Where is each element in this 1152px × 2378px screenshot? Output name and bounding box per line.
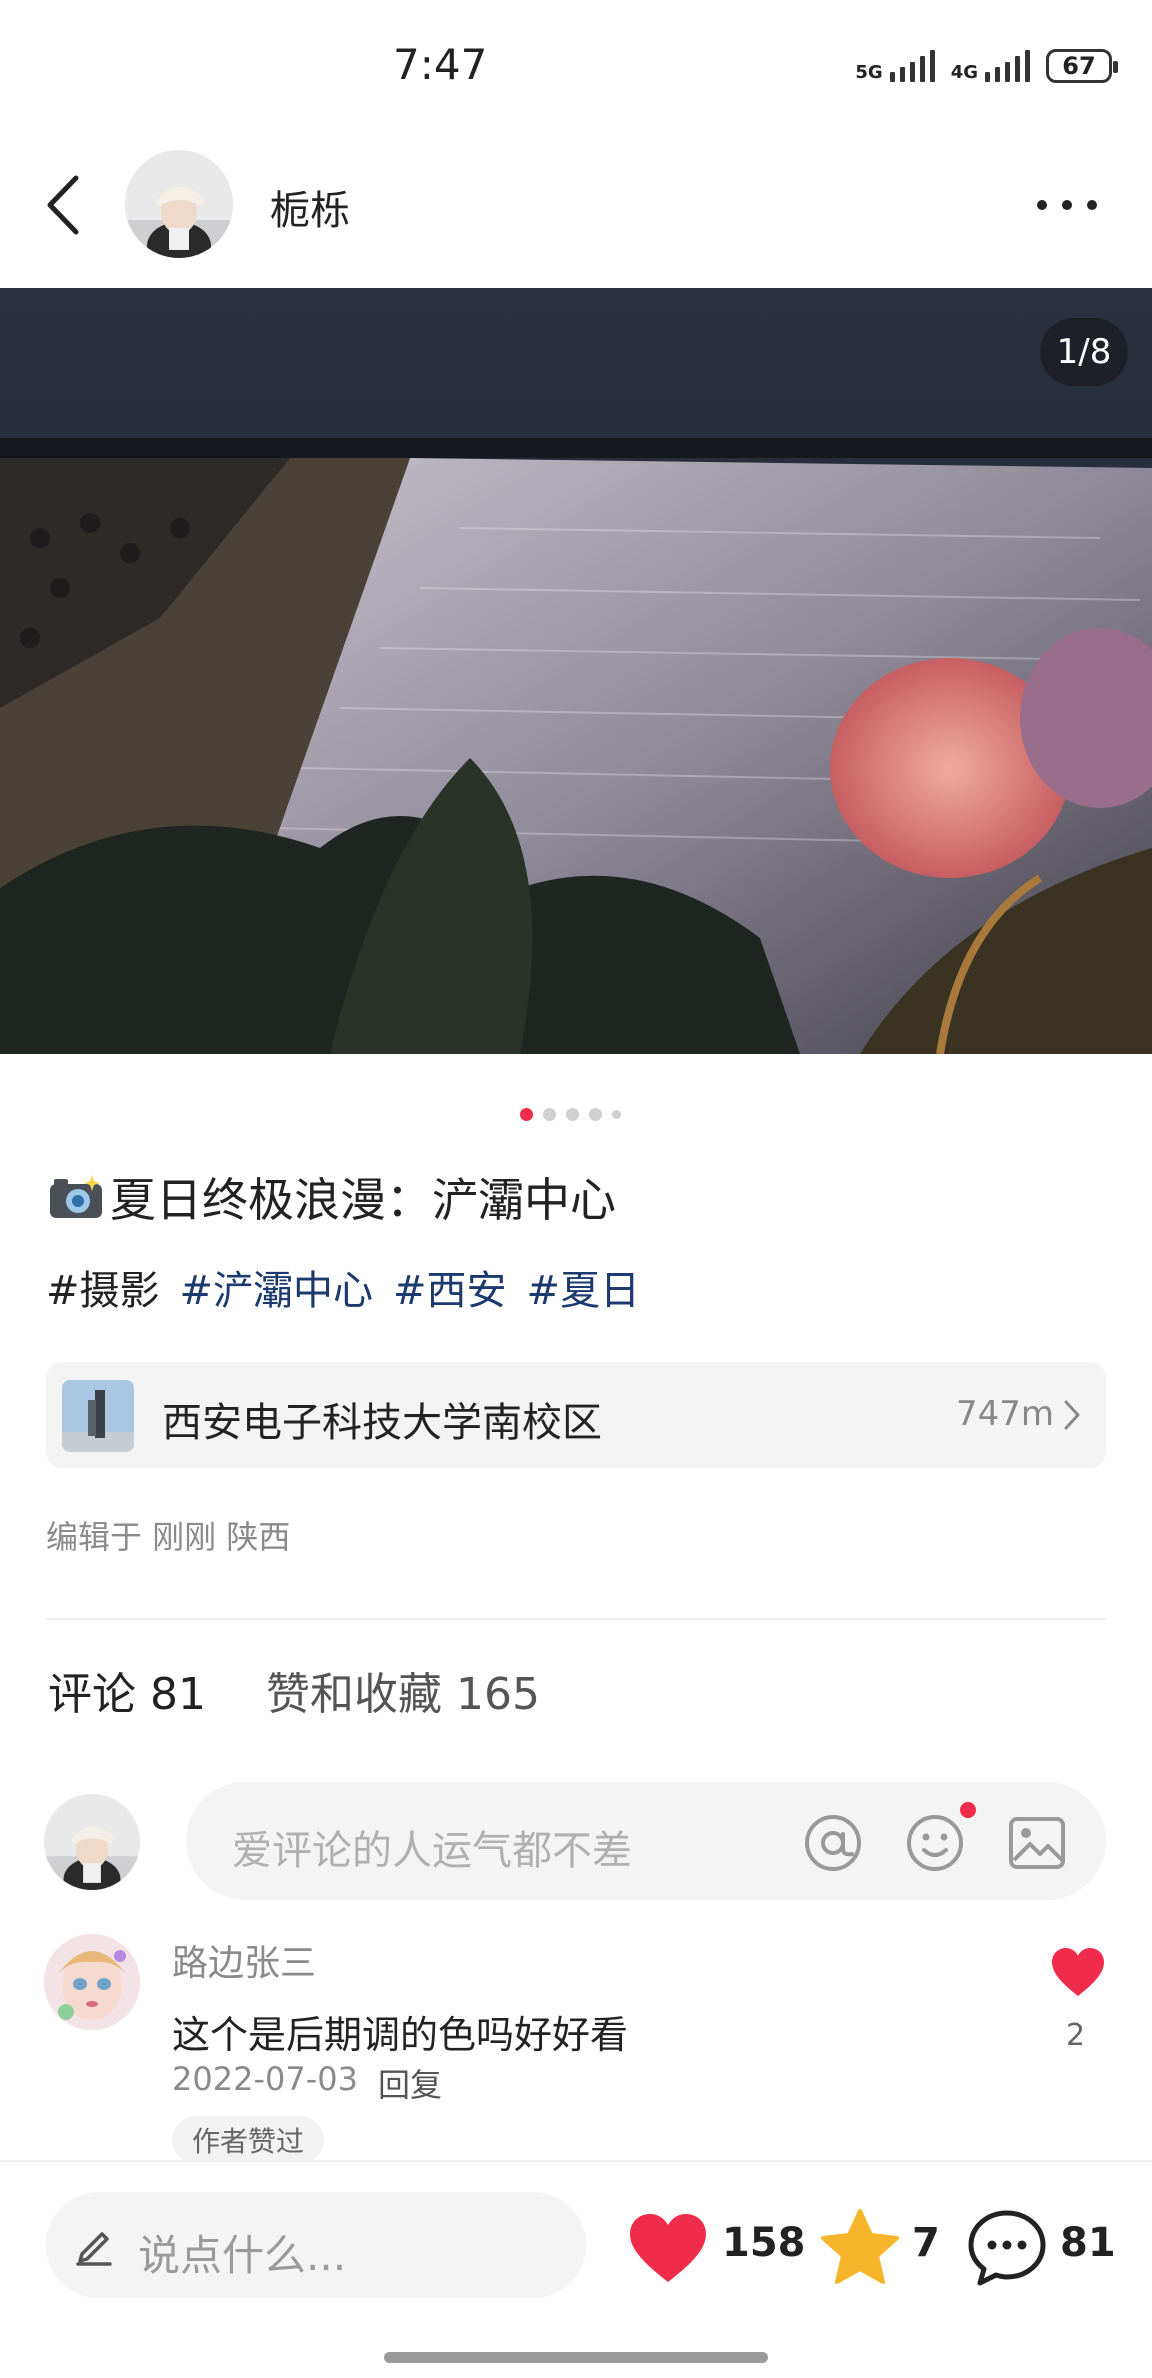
commenter-name[interactable]: 路边张三 — [172, 1934, 316, 1986]
signal-4g-icon: 4G — [951, 50, 1030, 82]
network-4g-label: 4G — [950, 62, 978, 83]
back-icon[interactable] — [42, 170, 92, 240]
post-image[interactable] — [0, 288, 1152, 1054]
location-card[interactable]: 西安电子科技大学南校区 747m — [46, 1362, 1106, 1468]
camera-icon — [50, 1175, 102, 1218]
tag-photography[interactable]: #摄影 — [46, 1258, 160, 1316]
more-icon[interactable] — [1032, 185, 1102, 225]
status-icons: 5G 4G 67 — [855, 44, 1118, 88]
carousel-dot — [566, 1108, 579, 1121]
post-title-text: 夏日终极浪漫：浐灞中心 — [110, 1173, 616, 1227]
comment-input-placeholder: 爱评论的人运气都不差 — [232, 1828, 632, 1874]
status-time: 7:47 — [393, 40, 488, 89]
chat-icon[interactable] — [966, 2208, 1048, 2288]
say-something-placeholder: 说点什么... — [138, 2231, 347, 2280]
chevron-right-icon — [1064, 1400, 1080, 1430]
battery-level: 67 — [1062, 52, 1096, 80]
author-name[interactable]: 栀栎 — [270, 178, 350, 236]
star-icon[interactable] — [820, 2208, 900, 2286]
like-count: 158 — [722, 2220, 806, 2266]
emoji-icon[interactable] — [904, 1812, 966, 1874]
carousel-dot-active — [520, 1108, 533, 1121]
tag-xian[interactable]: #西安 — [393, 1258, 507, 1316]
signal-5g-icon: 5G — [855, 50, 935, 83]
edited-info: 编辑于 刚刚 陕西 — [46, 1518, 291, 1556]
image-icon[interactable] — [1006, 1812, 1068, 1874]
carousel-dot — [589, 1108, 602, 1121]
comment-text: 这个是后期调的色吗好好看 — [172, 2013, 629, 2057]
tab-likes-collects[interactable]: 赞和收藏 165 — [266, 1658, 540, 1722]
location-distance: 747m — [955, 1394, 1054, 1434]
comment-input[interactable]: 爱评论的人运气都不差 — [186, 1782, 1106, 1900]
author-liked-badge: 作者赞过 — [172, 2116, 325, 2164]
tag-list: #摄影 #浐灞中心 #西安 #夏日 — [46, 1258, 640, 1316]
comment-like-count: 2 — [1066, 2018, 1086, 2053]
tag-chanba-center[interactable]: #浐灞中心 — [180, 1258, 374, 1316]
post-title: 夏日终极浪漫：浐灞中心 — [46, 1164, 616, 1230]
pencil-icon — [76, 2232, 112, 2266]
comment-date: 2022-07-03 — [172, 2060, 358, 2098]
carousel-dots — [520, 1108, 621, 1121]
say-something-input[interactable]: 说点什么... — [46, 2192, 586, 2298]
reply-button[interactable]: 回复 — [378, 2060, 442, 2106]
comment-count: 81 — [1060, 2220, 1116, 2266]
heart-icon[interactable] — [628, 2212, 708, 2284]
collect-count: 7 — [912, 2220, 940, 2266]
battery-icon: 67 — [1046, 49, 1118, 83]
network-5g-label: 5G — [855, 62, 883, 83]
comment-heart-icon[interactable] — [1050, 1946, 1106, 1998]
tag-summer[interactable]: #夏日 — [527, 1258, 641, 1316]
location-thumbnail — [62, 1380, 134, 1452]
divider — [46, 1618, 1106, 1620]
location-name: 西安电子科技大学南校区 — [162, 1400, 602, 1446]
author-avatar[interactable] — [125, 150, 233, 258]
tab-comments[interactable]: 评论 81 — [48, 1658, 206, 1722]
commenter-avatar[interactable] — [44, 1934, 140, 2030]
at-icon[interactable] — [802, 1812, 864, 1874]
carousel-dot — [612, 1110, 621, 1119]
bottom-action-bar: 说点什么... 158 7 81 — [0, 2160, 1152, 2378]
home-indicator[interactable] — [384, 2352, 768, 2363]
image-counter: 1/8 — [1040, 318, 1128, 386]
carousel-dot — [543, 1108, 556, 1121]
emoji-notification-dot — [960, 1802, 976, 1818]
my-avatar — [44, 1794, 140, 1890]
